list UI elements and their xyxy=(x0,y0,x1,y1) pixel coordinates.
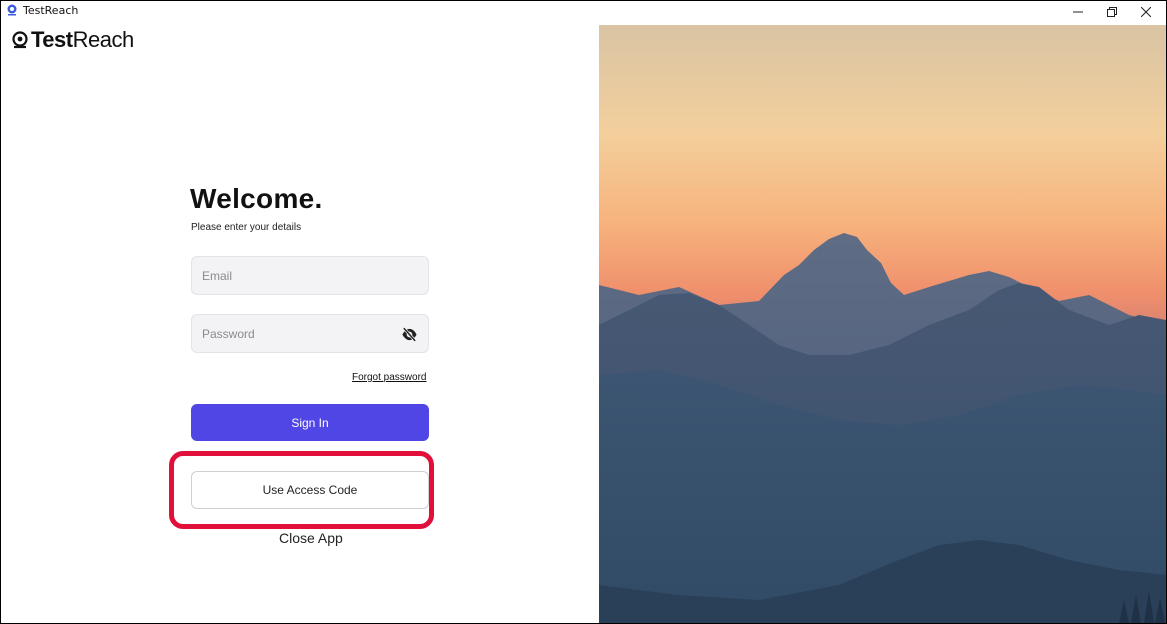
close-app-link[interactable]: Close App xyxy=(279,530,343,546)
password-input[interactable] xyxy=(192,315,428,352)
mountain-sunset-image xyxy=(599,25,1166,623)
testreach-logo-icon xyxy=(12,31,28,49)
brand-name-bold: Test xyxy=(31,27,73,52)
app-window: TestReach Test Reach Welcome. Please ente… xyxy=(0,0,1167,624)
sign-in-button[interactable]: Sign In xyxy=(191,404,429,441)
restore-icon xyxy=(1107,7,1117,17)
window-title: TestReach xyxy=(23,4,79,17)
close-icon xyxy=(1141,7,1151,17)
email-field-container xyxy=(191,256,429,295)
forgot-password-link[interactable]: Forgot password xyxy=(352,372,426,383)
welcome-subheading: Please enter your details xyxy=(191,222,302,233)
brand-name-regular: Reach xyxy=(72,27,135,52)
password-field-container xyxy=(191,314,429,353)
use-access-code-button[interactable]: Use Access Code xyxy=(191,471,429,509)
restore-button[interactable] xyxy=(1095,1,1129,23)
testreach-app-icon xyxy=(7,4,17,16)
minimize-icon xyxy=(1073,11,1083,13)
close-window-button[interactable] xyxy=(1129,1,1163,23)
email-input[interactable] xyxy=(192,257,428,294)
brand-logo: Test Reach xyxy=(11,27,134,53)
minimize-button[interactable] xyxy=(1061,1,1095,23)
welcome-heading: Welcome. xyxy=(190,183,323,214)
title-bar[interactable]: TestReach xyxy=(1,1,1166,25)
eye-slash-icon[interactable] xyxy=(401,326,418,343)
